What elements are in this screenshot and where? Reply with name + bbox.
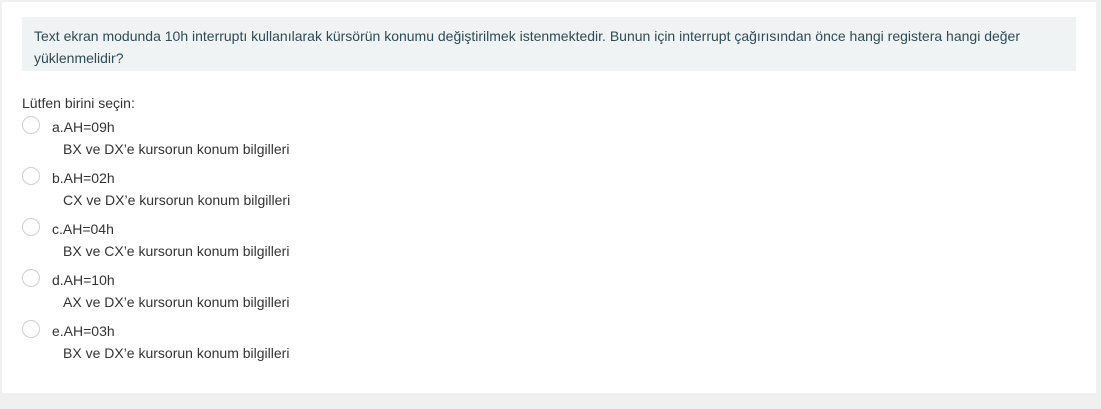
option-d-label[interactable]: d.AH=10h <box>52 271 115 289</box>
option-a[interactable]: a.AH=09h BX ve DX’e kursorun konum bilgi… <box>22 114 622 165</box>
option-c-radio[interactable] <box>22 218 40 236</box>
answer-options: a.AH=09h BX ve DX’e kursorun konum bilgi… <box>22 114 622 369</box>
question-text: Text ekran modunda 10h interruptı kullan… <box>22 17 1076 71</box>
option-d-description: AX ve DX’e kursorun konum bilgilleri <box>63 294 290 310</box>
option-e-label[interactable]: e.AH=03h <box>52 322 115 340</box>
option-e[interactable]: e.AH=03h BX ve DX’e kursorun konum bilgi… <box>22 318 622 369</box>
option-e-radio[interactable] <box>22 320 40 338</box>
option-a-radio[interactable] <box>22 116 40 134</box>
option-c-label[interactable]: c.AH=04h <box>52 220 114 238</box>
option-c[interactable]: c.AH=04h BX ve CX’e kursorun konum bilgi… <box>22 216 622 267</box>
question-card: Text ekran modunda 10h interruptı kullan… <box>2 2 1096 393</box>
option-d-radio[interactable] <box>22 269 40 287</box>
option-b-label[interactable]: b.AH=02h <box>52 169 115 187</box>
option-d[interactable]: d.AH=10h AX ve DX’e kursorun konum bilgi… <box>22 267 622 318</box>
option-b[interactable]: b.AH=02h CX ve DX’e kursorun konum bilgi… <box>22 165 622 216</box>
answer-prompt: Lütfen birini seçin: <box>22 95 135 111</box>
option-c-description: BX ve CX’e kursorun konum bilgilleri <box>63 243 290 259</box>
option-a-description: BX ve DX’e kursorun konum bilgilleri <box>63 141 290 157</box>
option-b-description: CX ve DX’e kursorun konum bilgilleri <box>63 192 291 208</box>
option-a-label[interactable]: a.AH=09h <box>52 118 115 136</box>
option-b-radio[interactable] <box>22 167 40 185</box>
option-e-description: BX ve DX’e kursorun konum bilgilleri <box>63 345 290 361</box>
